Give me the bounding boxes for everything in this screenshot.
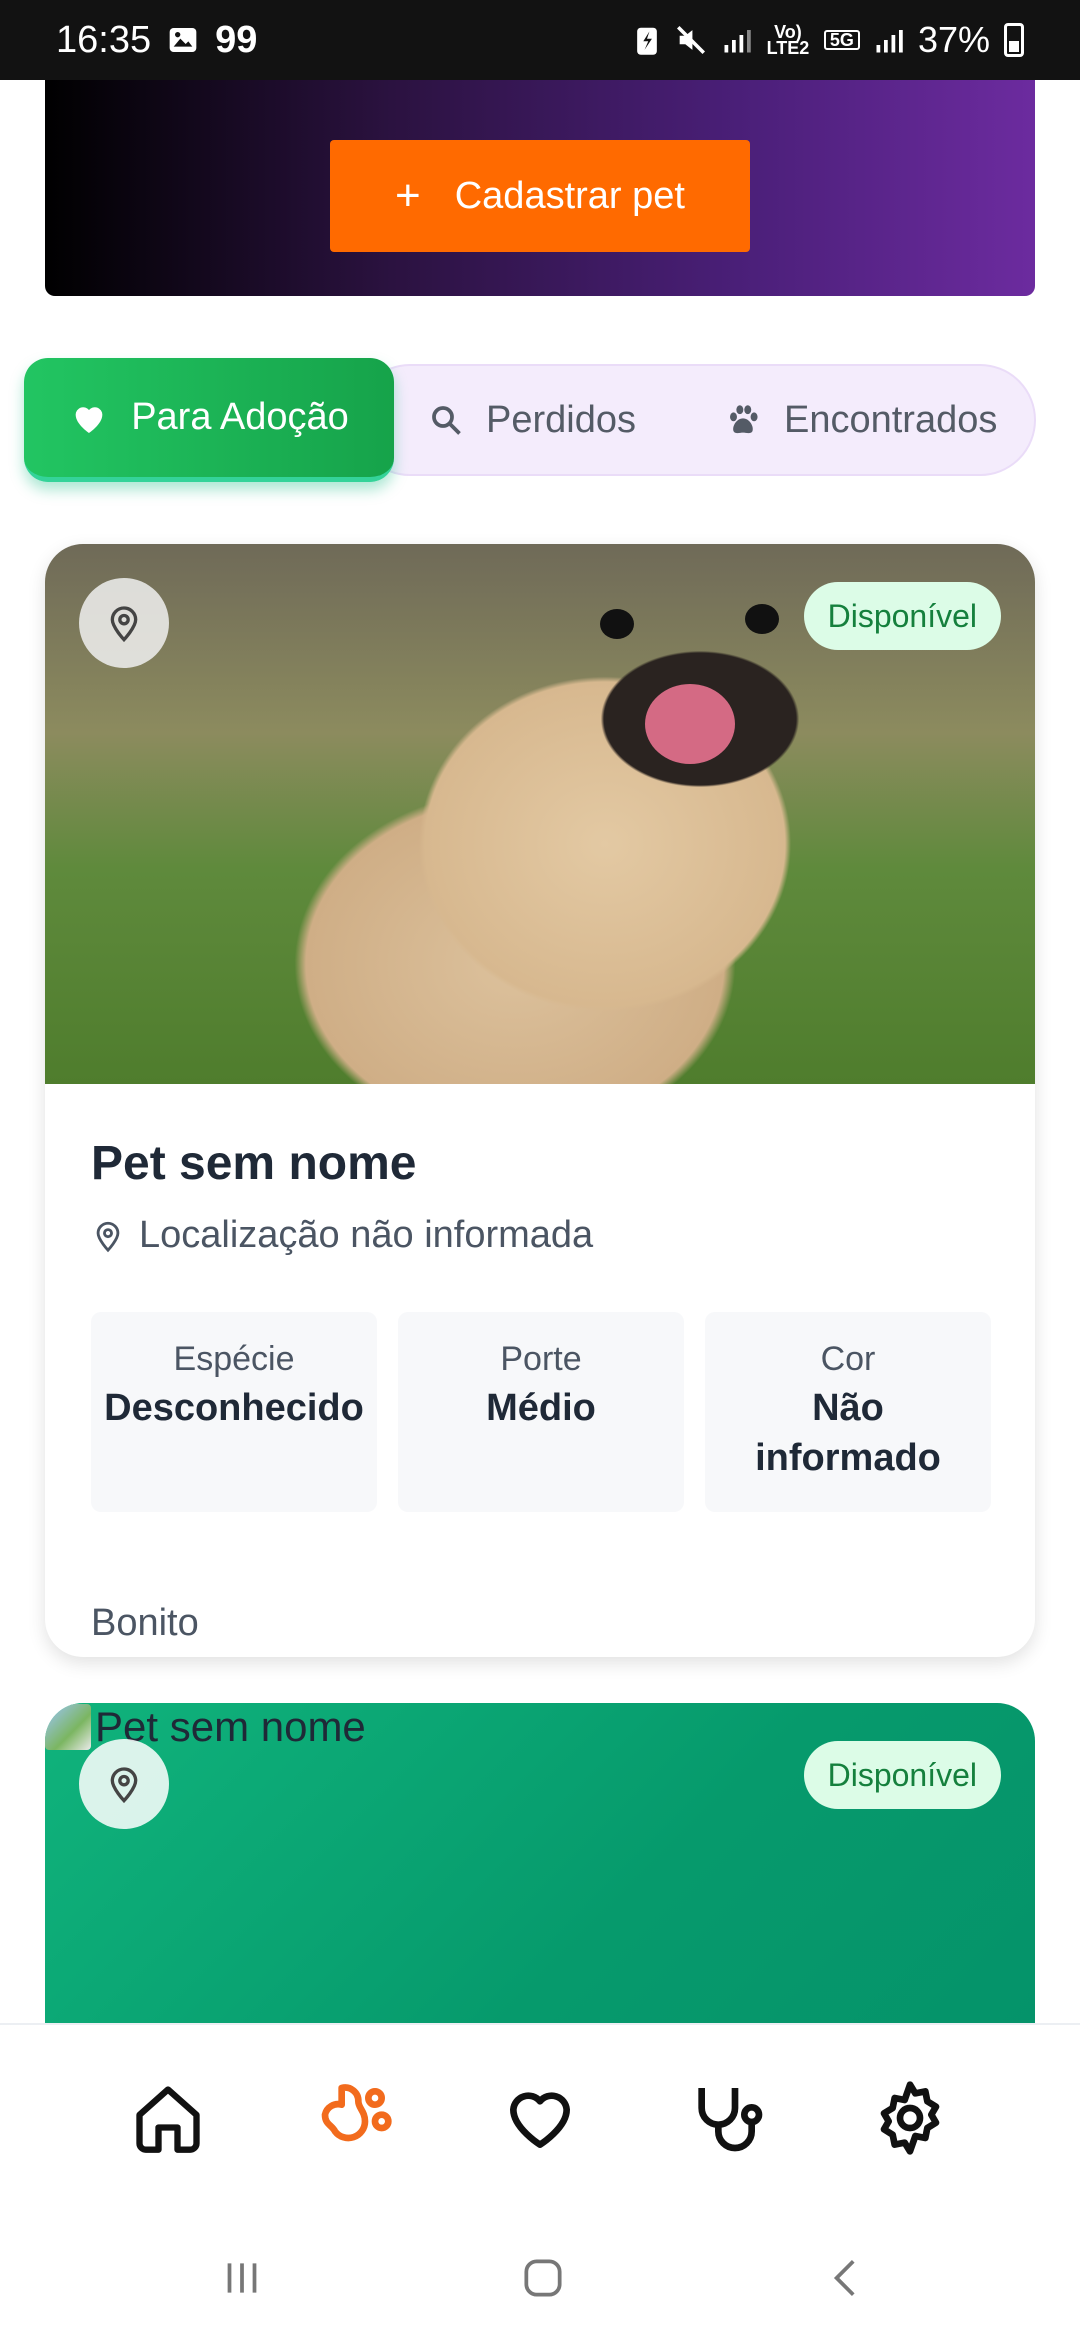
back-icon bbox=[833, 2260, 855, 2296]
hero-banner: + Cadastrar pet bbox=[45, 80, 1035, 296]
nav-settings[interactable] bbox=[865, 2073, 955, 2163]
size-box: Porte Médio bbox=[398, 1312, 684, 1512]
tab-lost-label: Perdidos bbox=[486, 398, 636, 441]
species-value: Desconhecido bbox=[104, 1387, 364, 1429]
paw-icon bbox=[730, 405, 758, 434]
gear-icon bbox=[880, 2081, 940, 2155]
status-time: 16:35 bbox=[56, 18, 152, 61]
plus-icon: + bbox=[395, 171, 421, 220]
photo-detail bbox=[600, 609, 634, 639]
mute-icon bbox=[674, 23, 708, 57]
map-pin-icon bbox=[110, 1767, 138, 1804]
home-icon bbox=[136, 2086, 200, 2153]
pet-location: Localização não informada bbox=[91, 1214, 593, 1257]
home-button[interactable] bbox=[508, 2243, 578, 2313]
register-pet-label: Cadastrar pet bbox=[454, 174, 685, 217]
signal-icon bbox=[722, 25, 752, 55]
photo-detail bbox=[745, 604, 779, 634]
tab-lost[interactable]: Perdidos bbox=[428, 358, 636, 482]
tab-adoption[interactable]: Para Adoção bbox=[24, 358, 394, 482]
location-text: Localização não informada bbox=[139, 1214, 594, 1256]
pet-photo-broken: Pet sem nome bbox=[45, 1703, 366, 1751]
back-button[interactable] bbox=[812, 2243, 882, 2313]
notification-count: 99 bbox=[215, 18, 258, 61]
nav-favorites[interactable] bbox=[495, 2073, 585, 2163]
size-label: Porte bbox=[500, 1340, 582, 1378]
pet-card[interactable]: Disponível Pet sem nome Localização não … bbox=[45, 544, 1035, 1657]
attribute-grid: Espécie Desconhecido Porte Médio Cor Não… bbox=[91, 1312, 991, 1512]
tab-found[interactable]: Encontrados bbox=[724, 358, 997, 482]
pet-name: Pet sem nome bbox=[91, 1137, 417, 1190]
color-value: Não informado bbox=[755, 1387, 941, 1479]
5g-label: 5G bbox=[823, 30, 860, 50]
battery-icon bbox=[1004, 23, 1024, 57]
stethoscope-icon bbox=[698, 2088, 763, 2152]
color-label: Cor bbox=[820, 1340, 876, 1378]
heart-icon bbox=[510, 2092, 570, 2148]
status-badge: Disponível bbox=[803, 582, 1001, 650]
battery-saver-icon bbox=[634, 24, 660, 56]
size-value: Médio bbox=[486, 1387, 596, 1429]
category-tabs: Para Adoção Perdidos Encontrados bbox=[24, 358, 1036, 482]
pets-icon bbox=[321, 2084, 392, 2142]
search-icon bbox=[432, 406, 461, 435]
species-box: Espécie Desconhecido bbox=[91, 1312, 377, 1512]
battery-percent: 37% bbox=[917, 19, 990, 60]
map-pin-icon bbox=[96, 1221, 120, 1252]
lte-label: Vo) LTE2 bbox=[766, 22, 810, 58]
location-pin-button[interactable] bbox=[79, 578, 169, 668]
location-pin-button[interactable] bbox=[79, 1739, 169, 1829]
pet-description: Bonito bbox=[91, 1602, 199, 1644]
photo-detail bbox=[645, 684, 735, 764]
recents-button[interactable] bbox=[207, 2243, 277, 2313]
home-circle-icon bbox=[524, 2259, 562, 2297]
system-navigation bbox=[0, 2213, 1080, 2340]
tab-found-label: Encontrados bbox=[784, 398, 998, 441]
signal-2-icon bbox=[874, 25, 904, 55]
gallery-icon bbox=[167, 24, 199, 56]
broken-image-icon bbox=[45, 1704, 91, 1750]
nav-pets[interactable] bbox=[310, 2073, 400, 2163]
color-box: Cor Não informado bbox=[705, 1312, 991, 1512]
status-badge: Disponível bbox=[803, 1741, 1001, 1809]
map-pin-icon bbox=[110, 606, 138, 643]
status-bar: 16:35 99 Vo) LTE2 5G 37% bbox=[0, 0, 1080, 80]
pet-card[interactable]: Pet sem nome Disponível bbox=[45, 1703, 1035, 2023]
nav-home[interactable] bbox=[123, 2073, 213, 2163]
heart-icon bbox=[75, 406, 103, 433]
tab-adoption-label: Para Adoção bbox=[131, 396, 349, 438]
bottom-navigation bbox=[0, 2023, 1080, 2213]
recents-icon bbox=[227, 2263, 257, 2293]
nav-health[interactable] bbox=[680, 2073, 770, 2163]
register-pet-button[interactable]: + Cadastrar pet bbox=[330, 140, 750, 252]
species-label: Espécie bbox=[173, 1340, 295, 1378]
